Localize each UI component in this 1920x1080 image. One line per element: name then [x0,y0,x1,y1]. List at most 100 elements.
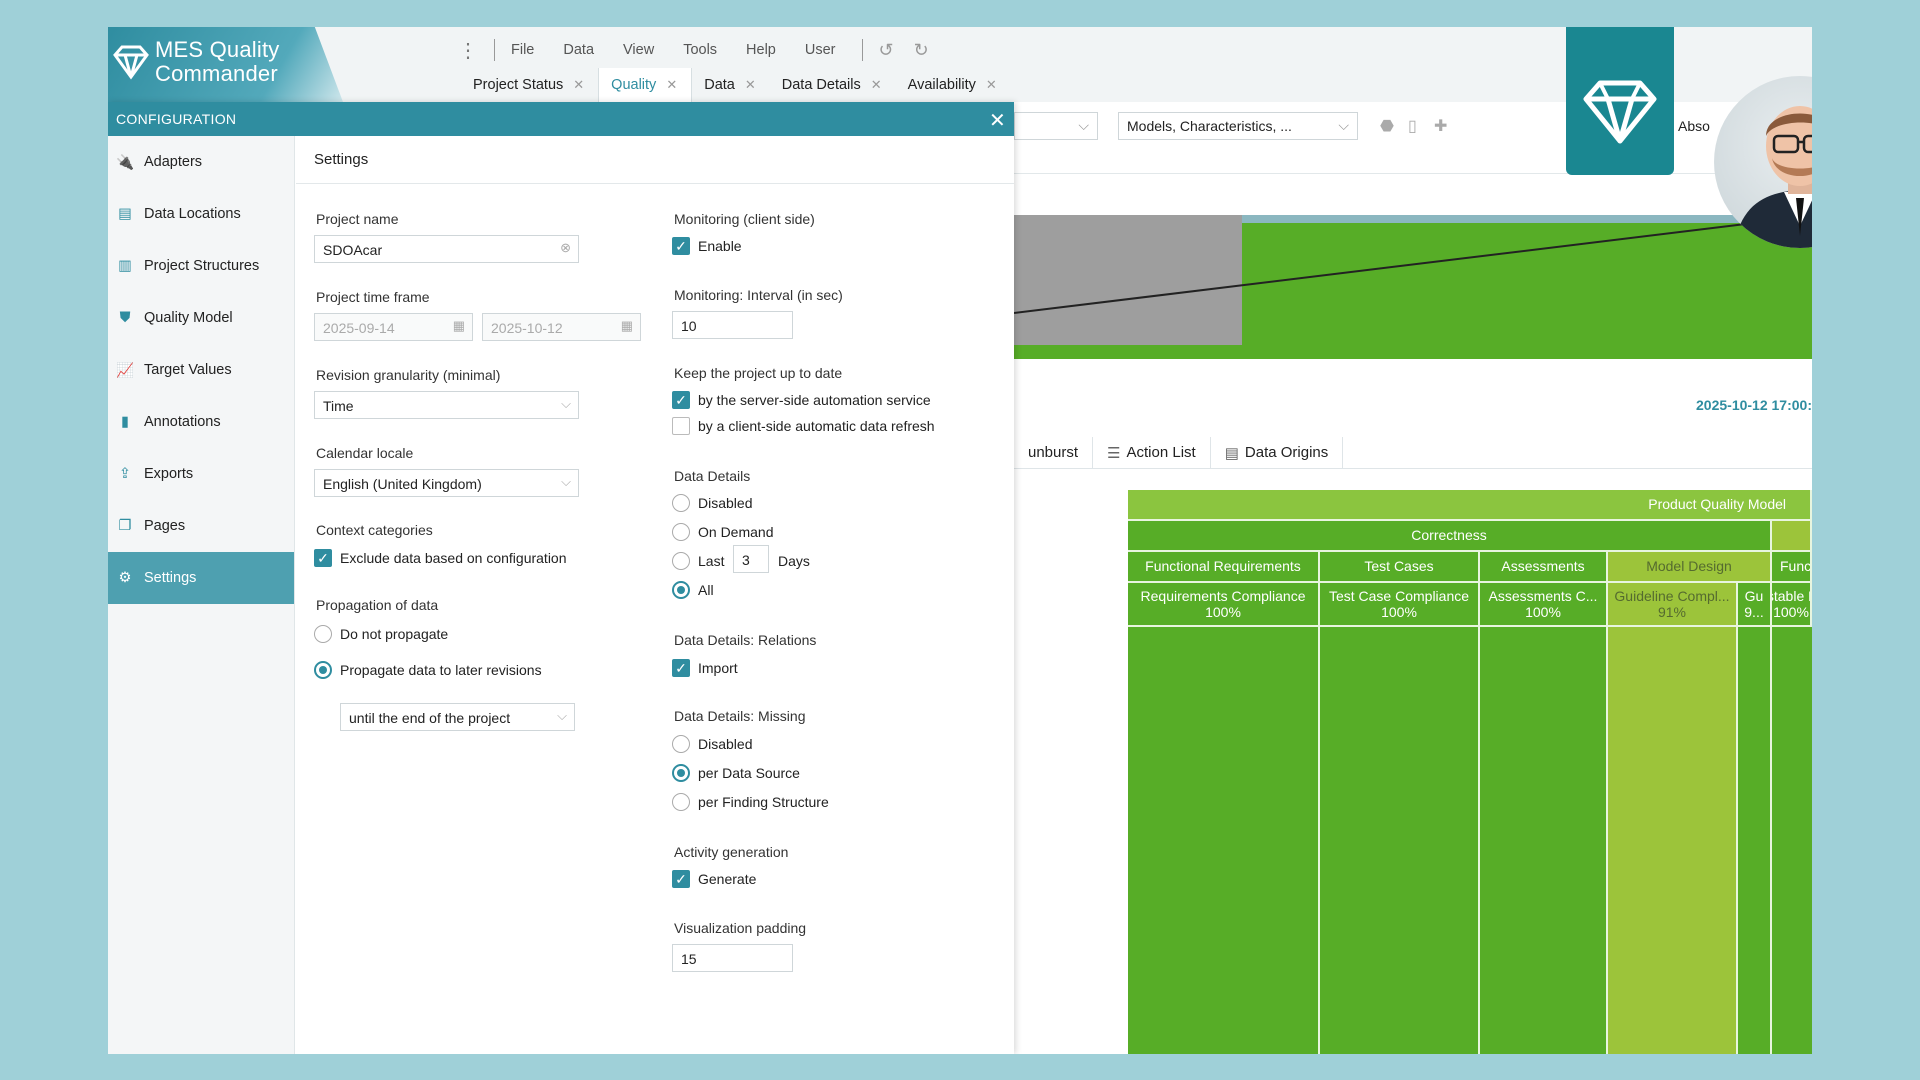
quality-model-chart[interactable]: Product Quality Model Correctness Functi… [1128,490,1812,1054]
details-days-label: Days [778,553,810,569]
details-all-radio[interactable] [672,581,690,599]
app-title-line2: Commander [155,61,278,86]
locale-select[interactable]: English (United Kingdom) ⌵ [314,469,579,497]
tab-data[interactable]: Data ✕ [692,68,770,102]
sidebar-item-project-structures[interactable]: ▥ Project Structures [108,240,294,292]
monitoring-enable-checkbox[interactable]: ✓ [672,237,690,255]
sidebar-item-quality-model[interactable]: ⛊ Quality Model [108,292,294,344]
missing-disabled-label: Disabled [698,736,753,752]
tab-label: Data Details [781,77,861,93]
sidebar-item-annotations[interactable]: ▮ Annotations [108,396,294,448]
tab-data-details[interactable]: Data Details ✕ [770,68,896,102]
project-name-field[interactable]: SDOAcar ⊗ [314,235,579,263]
chart-line-icon: 📈 [115,362,135,379]
node-label: Guideline Compl... [1614,587,1730,604]
close-icon[interactable]: ✕ [986,77,997,93]
tag-icon[interactable]: ⬣ [1380,116,1394,136]
missing-disabled-radio[interactable] [672,735,690,753]
granularity-select[interactable]: Time ⌵ [314,391,579,419]
node-correctness[interactable]: Correctness [1128,521,1772,552]
node-test-cases[interactable]: Test Cases [1320,552,1480,583]
sidebar-item-target-values[interactable]: 📈 Target Values [108,344,294,396]
timeline-chart[interactable]: 2025-10-12 17:00: [1014,215,1812,413]
details-all-label: All [698,582,714,598]
node-assessments-compliance[interactable]: Assessments C... 100% [1480,583,1608,627]
node-requirements-compliance[interactable]: Requirements Compliance 100% [1128,583,1320,627]
granularity-label: Revision granularity (minimal) [316,367,501,383]
sidebar-item-data-locations[interactable]: ▤ Data Locations [108,188,294,240]
exclude-data-label: Exclude data based on configuration [340,550,567,566]
undo-icon[interactable]: ↺ [879,40,894,61]
tab-project-status[interactable]: Project Status ✕ [461,68,598,102]
menu-tools[interactable]: Tools [683,42,717,58]
activity-generate-checkbox[interactable]: ✓ [672,870,690,888]
node-guideline-compliance[interactable]: Guideline Compl... 91% [1608,583,1738,627]
calendar-icon[interactable]: ▦ [621,318,633,334]
details-last-days-input[interactable]: 3 [733,545,769,573]
menu-file[interactable]: File [511,42,534,58]
sidebar-item-label: Settings [144,570,197,586]
missing-per-source-radio[interactable] [672,764,690,782]
close-icon[interactable]: ✕ [989,108,1006,133]
export-icon: ⇪ [118,466,132,482]
node-model-design[interactable]: Model Design [1608,552,1772,583]
exclude-data-checkbox[interactable]: ✓ [314,549,332,567]
padding-input[interactable]: 15 [672,944,793,972]
details-disabled-radio[interactable] [672,494,690,512]
interval-input[interactable]: 10 [672,311,793,339]
client-refresh-checkbox[interactable] [672,417,690,435]
close-icon[interactable]: ✕ [666,77,677,93]
calendar-icon[interactable]: ▦ [453,318,465,334]
more-vertical-icon[interactable]: ⋮ [458,38,478,63]
sidebar-item-exports[interactable]: ⇪ Exports [108,448,294,500]
details-ondemand-radio[interactable] [672,523,690,541]
tab-data-origins[interactable]: ▤ Data Origins [1211,437,1344,468]
puzzle-icon[interactable]: ✚ [1434,116,1447,136]
menu-help[interactable]: Help [746,42,776,58]
relations-import-label: Import [698,660,738,676]
tab-quality[interactable]: Quality ✕ [598,68,693,102]
server-automation-checkbox[interactable]: ✓ [672,391,690,409]
node-test-case-compliance[interactable]: Test Case Compliance 100% [1320,583,1480,627]
node-root[interactable]: Product Quality Model [1128,490,1812,521]
sidebar-item-settings[interactable]: ⚙ Settings [108,552,294,604]
tab-sunburst[interactable]: unburst [1014,437,1094,468]
diamond-logo-icon [113,45,149,80]
quality-toolbar: ⌵ Models, Characteristics, ... ⌵ ⬣ ▯ ✚ Ab… [1014,102,1812,174]
menu-user[interactable]: User [805,42,836,58]
menu-view[interactable]: View [623,42,654,58]
propagate-none-radio[interactable] [314,625,332,643]
close-icon[interactable]: ✕ [871,77,882,93]
start-date-field[interactable]: 2025-09-14 ▦ [314,313,473,341]
propagate-later-radio[interactable] [314,661,332,679]
relations-import-checkbox[interactable]: ✓ [672,659,690,677]
redo-icon[interactable]: ↻ [914,40,929,61]
end-date-field[interactable]: 2025-10-12 ▦ [482,313,641,341]
menu-data[interactable]: Data [563,42,594,58]
trash-icon[interactable]: ▯ [1408,116,1417,136]
tab-action-list[interactable]: ☰ Action List [1093,437,1211,468]
filter-dropdown[interactable]: Models, Characteristics, ... ⌵ [1118,112,1358,140]
missing-per-finding-radio[interactable] [672,793,690,811]
plug-icon: 🔌 [115,154,135,171]
clear-icon[interactable]: ⊗ [560,240,571,256]
node-testable-r[interactable]: Testable R...100% [1772,583,1812,627]
granularity-value: Time [323,398,354,414]
tab-label: Project Status [473,77,564,93]
details-last-radio[interactable] [672,552,690,570]
start-date-value: 2025-09-14 [323,320,395,336]
missing-per-source-label: per Data Source [698,765,800,781]
sidebar-item-pages[interactable]: ❐ Pages [108,500,294,552]
close-icon[interactable]: ✕ [573,77,584,93]
node-sibling[interactable] [1772,521,1812,552]
sidebar-item-adapters[interactable]: 🔌 Adapters [108,136,294,188]
tab-availability[interactable]: Availability ✕ [896,68,1011,102]
toolbar-dropdown[interactable]: ⌵ [1014,112,1098,140]
close-icon[interactable]: ✕ [745,77,756,93]
propagation-until-select[interactable]: until the end of the project ⌵ [340,703,575,731]
node-functional-require[interactable]: Functional Require [1772,552,1812,583]
node-label: Testable R... [1772,587,1810,604]
node-assessments[interactable]: Assessments [1480,552,1608,583]
node-functional-requirements[interactable]: Functional Requirements [1128,552,1320,583]
node-gu[interactable]: Gu 9... [1738,583,1772,627]
